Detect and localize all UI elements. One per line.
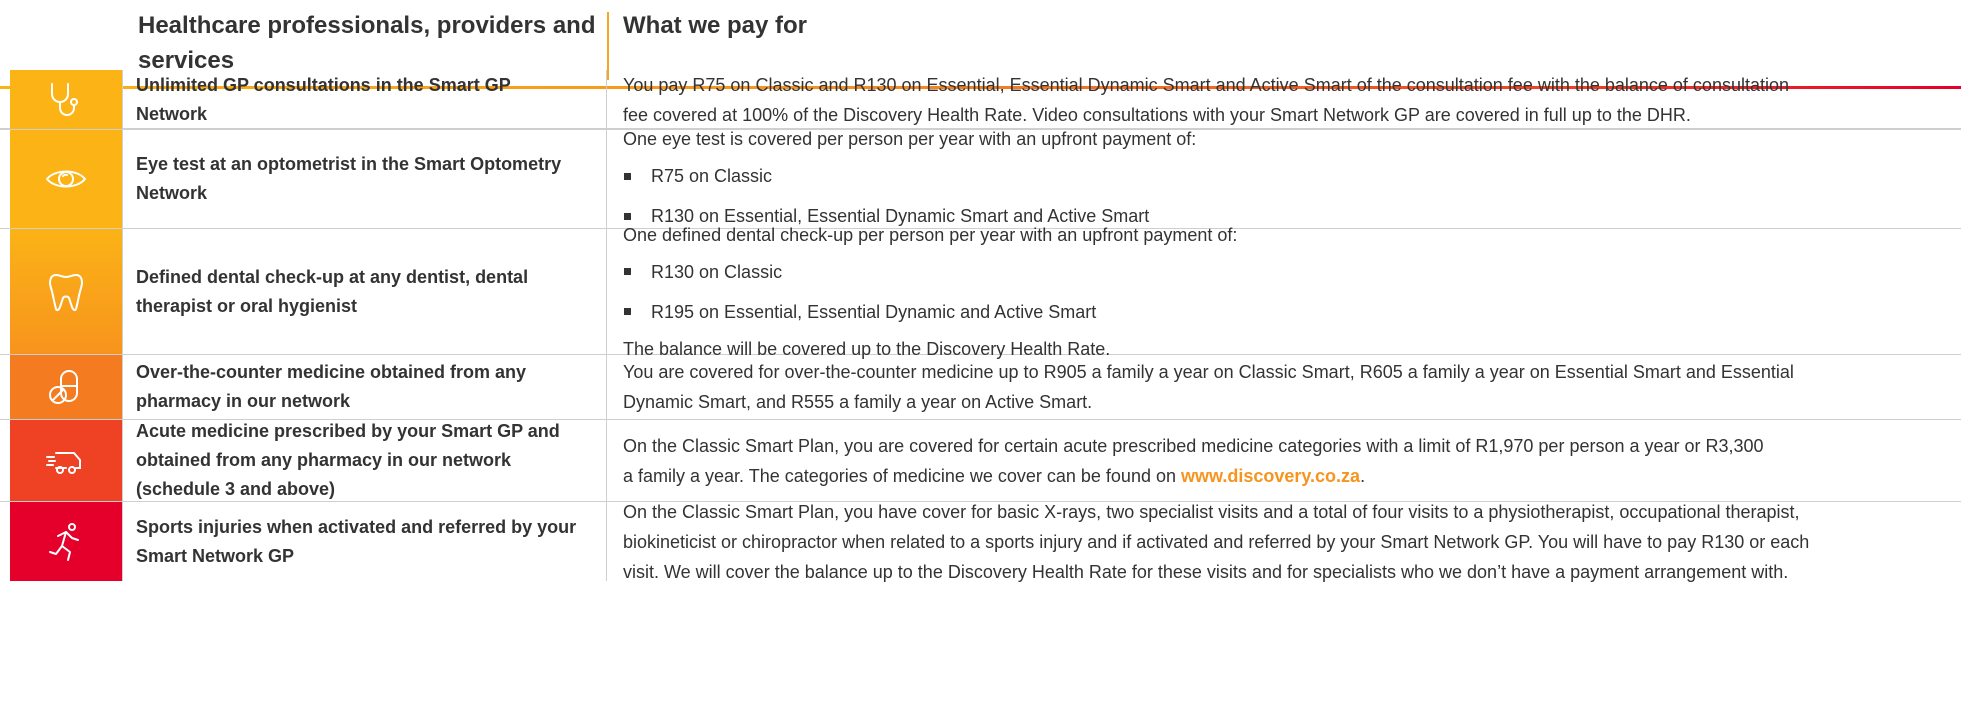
icon-cell	[10, 355, 122, 419]
description-intro: One eye test is covered per person per y…	[623, 129, 1197, 149]
service-label-cell: Acute medicine prescribed by your Smart …	[122, 420, 607, 501]
description-text: a family a year. The categories of medic…	[623, 465, 1181, 486]
coverage-description: On the Classic Smart Plan, you are cover…	[608, 420, 1961, 501]
coverage-description: You are covered for over-the-counter med…	[608, 355, 1961, 419]
runner-icon	[49, 522, 79, 561]
pill-icon	[49, 370, 78, 404]
description-line: a family a year. The categories of medic…	[623, 461, 1941, 491]
description-line: You pay R75 on Classic and R130 on Essen…	[623, 74, 1789, 95]
bullet-item: R75 on Classic	[623, 156, 1941, 196]
bullet-text: R130 on Classic	[651, 261, 783, 282]
icon-cell	[10, 420, 122, 501]
stethoscope-icon	[51, 82, 78, 116]
coverage-description: One eye test is covered per person per y…	[608, 129, 1961, 228]
column-header-services: Healthcare professionals, providers and …	[138, 12, 596, 74]
delivery-van-icon	[46, 451, 81, 474]
tooth-icon	[49, 273, 83, 311]
service-label-cell: Defined dental check-up at any dentist, …	[122, 229, 607, 354]
service-label: Unlimited GP consultations in the Smart …	[136, 74, 511, 124]
coverage-description: On the Classic Smart Plan, you have cove…	[608, 502, 1961, 582]
column-header-what-we-pay: What we pay for	[623, 12, 808, 39]
table-row-gp-consultations: Unlimited GP consultations in the Smart …	[0, 70, 1961, 130]
description-line: biokineticist or chiropractor when relat…	[623, 531, 1810, 552]
table-row-sports-injuries: Sports injuries when activated and refer…	[0, 502, 1961, 726]
description-line: Dynamic Smart, and R555 a family a year …	[623, 392, 1093, 412]
icon-cell	[10, 229, 122, 354]
service-label: Acute medicine prescribed by your Smart …	[136, 421, 560, 499]
service-label: Sports injuries when activated and refer…	[136, 516, 577, 566]
bullet-marker	[624, 308, 631, 315]
coverage-description: You pay R75 on Classic and R130 on Essen…	[608, 70, 1961, 129]
table-row-eye-test: Eye test at an optometrist in the Smart …	[0, 129, 1961, 229]
bullet-item: R130 on Classic	[623, 252, 1941, 292]
table-row-otc-medicine: Over-the-counter medicine obtained from …	[0, 355, 1961, 420]
eye-icon	[45, 170, 87, 188]
bullet-marker	[624, 268, 631, 275]
icon-cell	[10, 70, 122, 129]
bullet-text: R75 on Classic	[651, 166, 773, 186]
discovery-website-link[interactable]: www.discovery.co.za	[1181, 466, 1360, 486]
table-row-acute-medicine: Acute medicine prescribed by your Smart …	[0, 420, 1961, 502]
bullet-item: R195 on Essential, Essential Dynamic and…	[623, 292, 1941, 332]
table-row-dental: Defined dental check-up at any dentist, …	[0, 225, 1961, 359]
service-label-cell: Unlimited GP consultations in the Smart …	[122, 70, 607, 129]
icon-cell	[10, 130, 122, 228]
description-intro: One defined dental check-up per person p…	[623, 224, 1238, 245]
service-label-cell: Sports injuries when activated and refer…	[122, 502, 607, 581]
description-line: visit. We will cover the balance up to t…	[623, 561, 1789, 582]
description-line: You are covered for over-the-counter med…	[623, 362, 1794, 382]
description-text: .	[1360, 465, 1366, 486]
icon-cell	[10, 502, 122, 581]
description-line: On the Classic Smart Plan, you have cove…	[623, 501, 1800, 522]
bullet-text: R195 on Essential, Essential Dynamic and…	[651, 301, 1097, 322]
coverage-description: One defined dental check-up per person p…	[608, 225, 1961, 359]
bullet-marker	[624, 172, 631, 180]
service-label: Eye test at an optometrist in the Smart …	[136, 154, 562, 203]
service-label: Over-the-counter medicine obtained from …	[136, 362, 527, 411]
service-label: Defined dental check-up at any dentist, …	[136, 266, 529, 316]
description-line: On the Classic Smart Plan, you are cover…	[623, 435, 1764, 456]
service-label-cell: Eye test at an optometrist in the Smart …	[122, 130, 607, 228]
service-label-cell: Over-the-counter medicine obtained from …	[122, 355, 607, 419]
